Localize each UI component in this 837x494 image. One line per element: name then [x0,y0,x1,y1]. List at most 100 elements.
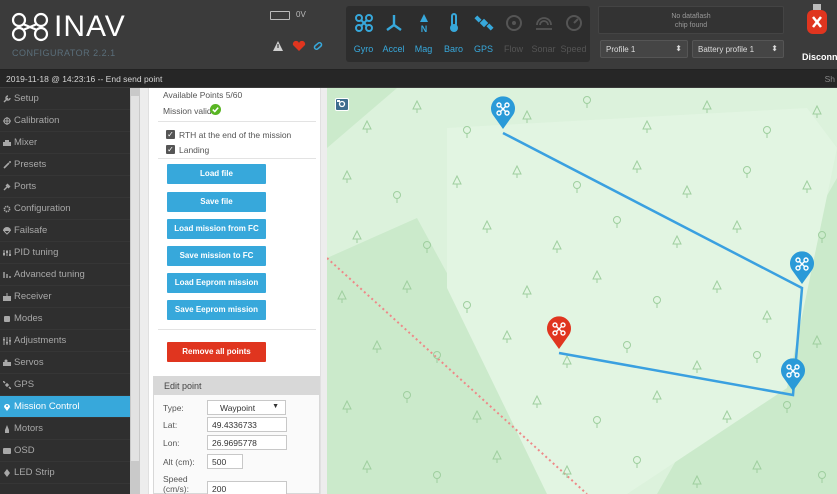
speed-unit-label: (cm/s): [163,484,189,494]
mag-icon: N [420,14,428,33]
sidebar-item-ports[interactable]: Ports [0,176,130,198]
sidebar-item-calibration[interactable]: Calibration [0,110,130,132]
gyro-icon [355,14,373,32]
sensor-gyro: Gyro [348,6,379,62]
sensor-flow: Flow [498,6,529,62]
sidebar-item-mixer[interactable]: Mixer [0,132,130,154]
app-header: INAV CONFIGURATOR 2.2.1 0V Gyro Accel N … [0,0,837,70]
baro-icon [450,13,458,32]
available-points-label: Available Points 5/60 [163,90,243,100]
mission-map[interactable] [327,88,837,494]
divider [158,121,316,122]
check-circle-icon [210,104,221,115]
sidebar-item-gps[interactable]: GPS [0,374,130,396]
svg-text:N: N [421,24,428,33]
modes-icon [4,316,10,322]
load-mission-from-fc-button[interactable]: Load mission from FC [167,219,266,239]
sidebar-item-servos[interactable]: Servos [0,352,130,374]
sidebar-nav: Setup Calibration Mixer Presets Ports Co… [0,88,140,494]
save-mission-to-fc-button[interactable]: Save mission to FC [167,246,266,266]
save-eeprom-mission-button[interactable]: Save Eeprom mission [167,300,266,320]
battery-profile-select[interactable]: Battery profile 1 ⬍ [692,40,784,58]
motor-icon [5,425,9,433]
show-log-link[interactable]: Sh [825,74,835,84]
map-icon [337,100,346,108]
plug-icon [3,183,11,191]
map-canvas [327,88,837,494]
remove-all-points-button[interactable]: Remove all points [167,342,266,362]
crosshair-icon [3,117,11,125]
map-layer-toggle[interactable] [335,98,349,111]
dataflash-status: No dataflash chip found [598,6,784,34]
divider [158,329,316,330]
divider [158,158,316,159]
alt-input[interactable] [207,454,243,469]
gps-icon [474,15,494,31]
servo-icon [3,359,11,366]
rth-label: RTH at the end of the mission [179,130,292,140]
landing-label: Landing [179,145,210,155]
sidebar-scrollbar[interactable] [130,88,140,494]
flow-icon [506,15,522,31]
sidebar-item-adjustments[interactable]: Adjustments [0,330,130,352]
version-label: CONFIGURATOR 2.2.1 [12,48,116,58]
battery-voltage: 0V [296,10,306,19]
status-icons [273,40,323,51]
adjustments-icon [3,337,11,345]
lat-label: Lat: [163,420,178,430]
sidebar-item-failsafe[interactable]: Failsafe [0,220,130,242]
edit-point-title: Edit point [154,377,319,395]
load-file-button[interactable]: Load file [167,164,266,184]
logo-icon [11,12,49,42]
sidebar-item-led-strip[interactable]: LED Strip [0,462,130,484]
sidebar-item-osd[interactable]: OSD [0,440,130,462]
led-icon [4,469,10,477]
lon-label: Lon: [163,438,180,448]
status-log-text: 2019-11-18 @ 14:23:16 -- End send point [6,74,163,84]
wand-icon [3,161,11,169]
sidebar-item-modes[interactable]: Modes [0,308,130,330]
sensor-status-panel: Gyro Accel N Mag Baro GPS Flow Sonar Spe [346,6,590,62]
sidebar-item-mission-control[interactable]: Mission Control [0,396,130,418]
osd-icon [3,448,11,454]
sidebar-item-setup[interactable]: Setup [0,88,130,110]
sliders-icon [3,250,11,256]
link-icon [313,41,323,51]
lon-input[interactable] [207,435,287,450]
sensor-gps: GPS [468,6,499,62]
heart-icon [292,40,306,51]
speed-icon [566,15,582,31]
type-label: Type: [163,403,184,413]
rth-checkbox[interactable]: ✓ [166,130,175,139]
sidebar-item-motors[interactable]: Motors [0,418,130,440]
alt-label: Alt (cm): [163,457,195,467]
accel-icon [386,15,402,31]
sidebar-item-pid-tuning[interactable]: PID tuning [0,242,130,264]
type-select[interactable]: Waypoint ▼ [207,400,286,415]
sensor-mag: N Mag [408,6,439,62]
sidebar-item-presets[interactable]: Presets [0,154,130,176]
load-eeprom-mission-button[interactable]: Load Eeprom mission [167,273,266,293]
speed-input[interactable] [207,481,287,494]
sidebar-item-receiver[interactable]: Receiver [0,286,130,308]
sensor-accel: Accel [378,6,409,62]
battery-icon [270,11,290,20]
logo-text: INAV [54,10,126,43]
lat-input[interactable] [207,417,287,432]
inav-logo: INAV CONFIGURATOR 2.2.1 [6,4,156,62]
advanced-icon [3,272,11,278]
chevron-updown-icon: ⬍ [771,44,778,53]
chevron-updown-icon: ⬍ [675,44,682,53]
sonar-icon [536,17,552,30]
warning-icon [273,41,283,51]
profile-select[interactable]: Profile 1 ⬍ [600,40,688,58]
sidebar-scroll-thumb[interactable] [131,96,139,461]
sidebar-item-configuration[interactable]: Configuration [0,198,130,220]
disconnect-button[interactable]: Disconne [794,0,837,70]
save-file-button[interactable]: Save file [167,192,266,212]
sensor-baro: Baro [438,6,469,62]
landing-checkbox[interactable]: ✓ [166,145,175,154]
sidebar-item-advanced-tuning[interactable]: Advanced tuning [0,264,130,286]
gear-icon [3,205,11,213]
satellite-icon [3,381,11,389]
